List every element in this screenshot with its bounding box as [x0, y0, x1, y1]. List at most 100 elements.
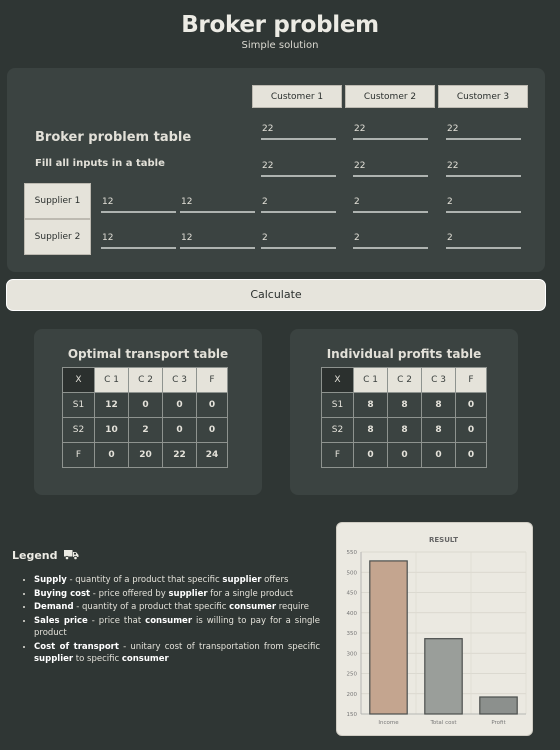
transport-header-f: F	[196, 367, 228, 393]
y-tick-label: 150	[347, 712, 358, 718]
y-tick-label: 200	[347, 692, 358, 698]
profits-header-c1: C 1	[353, 367, 388, 393]
profits-cell: 0	[455, 417, 487, 443]
transport-row-label: F	[62, 442, 95, 468]
transport-cell: 12	[94, 392, 129, 418]
transport-table: XC 1C 2C 3 F S1 12 0 0 0 S2 10 2 0 0 F 0 20 22 24	[62, 367, 228, 468]
profits-cell: 0	[455, 392, 487, 418]
profits-cell: 8	[353, 392, 388, 418]
transport-cell: 10	[94, 417, 129, 443]
transport-input-s1-c3[interactable]: 2	[446, 195, 521, 213]
transport-cell: 0	[196, 417, 228, 443]
x-tick-label: Total cost	[429, 720, 457, 726]
y-tick-label: 500	[347, 570, 358, 576]
demand-input-c1[interactable]: 22	[261, 122, 336, 140]
table-row: S2 8 8 8 0	[321, 417, 487, 443]
buying-cost-input-s1[interactable]: 12	[180, 195, 255, 213]
table-row: S1 8 8 8 0	[321, 392, 487, 418]
truck-icon	[64, 549, 79, 563]
transport-cell: 0	[196, 392, 228, 418]
legend-title-text: Legend	[12, 549, 58, 562]
table-row: F 0 20 22 24	[62, 442, 228, 468]
page-title: Broker problem	[181, 12, 379, 38]
customer-1-header: Customer 1	[252, 85, 342, 108]
legend: Legend Supply - quantity of a product th…	[12, 549, 320, 667]
input-table-hint: Fill all inputs in a table	[35, 158, 165, 169]
profits-cell: 8	[353, 417, 388, 443]
supplier-2-label: Supplier 2	[24, 219, 91, 255]
profits-row-label: F	[321, 442, 354, 468]
transport-input-s2-c1[interactable]: 2	[261, 231, 336, 249]
y-tick-label: 300	[347, 651, 358, 657]
legend-item: Demand - quantity of a product that spec…	[34, 601, 320, 614]
y-tick-label: 250	[347, 672, 358, 678]
chart-title: RESULT	[429, 536, 458, 544]
demand-input-c2[interactable]: 22	[353, 122, 428, 140]
transport-table-title: Optimal transport table	[67, 347, 229, 361]
legend-item: Cost of transport - unitary cost of tran…	[34, 641, 320, 666]
page-subtitle: Simple solution	[241, 40, 319, 51]
profits-cell: 8	[421, 392, 456, 418]
x-tick-label: Profit	[491, 720, 506, 726]
customer-2-header: Customer 2	[345, 85, 435, 108]
transport-input-s2-c3[interactable]: 2	[446, 231, 521, 249]
transport-cell: 22	[162, 442, 197, 468]
page-header: Broker problem Simple solution	[0, 12, 560, 51]
result-chart-card: RESULT 150 200 250 300 350 400 450 500 550 Income T…	[336, 522, 533, 736]
legend-title: Legend	[12, 549, 320, 563]
transport-cell: 0	[162, 417, 197, 443]
bar-total-cost	[424, 638, 463, 715]
legend-item: Sales price - price that consumer is wil…	[34, 615, 320, 640]
transport-input-s1-c1[interactable]: 2	[261, 195, 336, 213]
sales-price-input-c3[interactable]: 22	[446, 159, 521, 177]
sales-price-input-c2[interactable]: 22	[353, 159, 428, 177]
transport-cell: 24	[196, 442, 228, 468]
transport-cell: 0	[162, 392, 197, 418]
transport-cell: 0	[94, 442, 129, 468]
profits-row-label: S1	[321, 392, 354, 418]
transport-input-s1-c2[interactable]: 2	[353, 195, 428, 213]
bar-income	[369, 560, 408, 715]
buying-cost-input-s2[interactable]: 12	[180, 231, 255, 249]
input-panel: Customer 1 Customer 2 Customer 3 Broker …	[7, 68, 545, 272]
x-tick-label: Income	[378, 720, 399, 726]
transport-input-s2-c2[interactable]: 2	[353, 231, 428, 249]
profits-cell: 0	[387, 442, 422, 468]
transport-cell: 0	[128, 392, 163, 418]
profits-cell: 0	[353, 442, 388, 468]
profits-header-corner: X	[321, 367, 354, 393]
sales-price-input-c1[interactable]: 22	[261, 159, 336, 177]
input-table-title: Broker problem table	[35, 130, 192, 145]
table-row: S2 10 2 0 0	[62, 417, 228, 443]
profits-table: XC 1C 2C 3 F S1 8 8 8 0 S2 8 8 8 0 F 0 0 0 0	[321, 367, 487, 468]
supply-input-s2[interactable]: 12	[101, 231, 176, 249]
y-tick-label: 400	[347, 611, 358, 617]
transport-row-label: S1	[62, 392, 95, 418]
transport-cell: 2	[128, 417, 163, 443]
profits-cell: 8	[387, 417, 422, 443]
profits-cell: 0	[455, 442, 487, 468]
transport-header-corner: X	[62, 367, 95, 393]
transport-row-label: S2	[62, 417, 95, 443]
table-row: F0000	[321, 442, 487, 468]
y-tick-label: 550	[347, 550, 358, 556]
legend-item: Supply - quantity of a product that spec…	[34, 574, 320, 587]
transport-header-c3: C 3	[162, 367, 197, 393]
profits-header-c3: C 3	[421, 367, 456, 393]
transport-header-c1: C 1	[94, 367, 129, 393]
profits-row-label: S2	[321, 417, 354, 443]
calculate-button[interactable]: Calculate	[6, 279, 546, 311]
table-row: S1 12 0 0 0	[62, 392, 228, 418]
y-tick-label: 350	[347, 631, 358, 637]
transport-table-card: Optimal transport table XC 1C 2C 3 F S1 12 0…	[34, 329, 262, 495]
profits-table-title: Individual profits table	[326, 347, 482, 361]
supply-input-s1[interactable]: 12	[101, 195, 176, 213]
profits-cell: 8	[421, 417, 456, 443]
profits-table-card: Individual profits table XC 1C 2C 3 F S1 8 8…	[290, 329, 518, 495]
legend-item: Buying cost - price offered by supplier …	[34, 588, 320, 601]
demand-input-c3[interactable]: 22	[446, 122, 521, 140]
profits-header-f: F	[455, 367, 487, 393]
legend-list: Supply - quantity of a product that spec…	[12, 574, 320, 666]
result-chart: RESULT 150 200 250 300 350 400 450 500 550 Income T…	[347, 536, 527, 726]
profits-cell: 0	[421, 442, 456, 468]
